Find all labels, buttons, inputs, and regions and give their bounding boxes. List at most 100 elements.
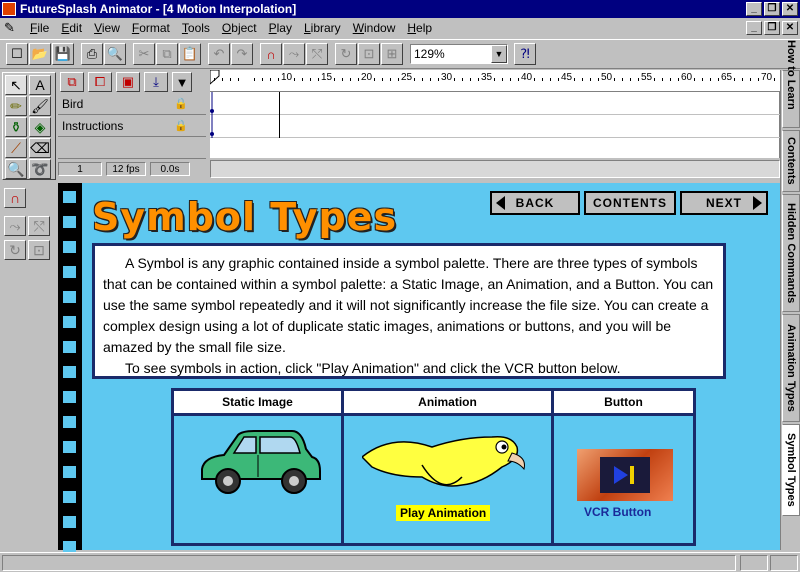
redo-icon[interactable]: ↷ — [231, 43, 253, 65]
motion-guide-icon[interactable]: ⤓ — [144, 72, 168, 92]
add-layer-icon[interactable]: ⧉ — [60, 72, 84, 92]
restore-button[interactable]: ❐ — [764, 2, 780, 16]
tab-symbol-types[interactable]: Symbol Types — [782, 424, 800, 516]
frame-grid[interactable] — [210, 92, 780, 158]
minimize-button[interactable]: _ — [746, 2, 762, 16]
straighten-icon[interactable]: ⤲ — [306, 43, 328, 65]
tab-hidden-commands[interactable]: Hidden Commands — [782, 194, 800, 312]
context-help-icon[interactable]: ⁈ — [514, 43, 536, 65]
ruler-tick — [614, 78, 615, 81]
align-icon[interactable]: ⊞ — [381, 43, 403, 65]
frame-ruler[interactable]: 510152025303540455055606570 — [210, 70, 780, 92]
lock-icon[interactable]: 🔒 — [174, 97, 188, 110]
layer-properties-icon[interactable]: ▣ — [116, 72, 140, 92]
chevron-down-icon[interactable]: ▼ — [491, 45, 507, 63]
print-icon[interactable]: ⎙ — [81, 43, 103, 65]
play-animation-button[interactable]: Play Animation — [396, 505, 491, 521]
filmstrip-border — [58, 183, 82, 553]
copy-icon[interactable]: ⧉ — [156, 43, 178, 65]
doc-restore-button[interactable]: ❐ — [764, 21, 780, 35]
scale-modifier-icon[interactable]: ⊡ — [28, 240, 50, 260]
close-button[interactable]: ✕ — [782, 2, 798, 16]
menu-format[interactable]: Format — [126, 18, 176, 38]
lasso-tool-icon[interactable]: ➰ — [29, 159, 51, 179]
zoom-select[interactable]: 129% ▼ — [410, 44, 508, 64]
smooth-icon[interactable]: ⤳ — [283, 43, 305, 65]
ruler-tick — [270, 78, 271, 81]
ruler-tick — [358, 78, 359, 81]
timeline-scrollbar[interactable] — [210, 160, 780, 178]
magnet-snap-icon[interactable]: ∩ — [260, 43, 282, 65]
scale-icon[interactable]: ⊡ — [358, 43, 380, 65]
tab-contents[interactable]: Contents — [782, 130, 800, 192]
delete-layer-icon[interactable]: ⧠ — [88, 72, 112, 92]
straighten-modifier-icon[interactable]: ⤲ — [28, 216, 50, 236]
ruler-tick — [774, 78, 775, 81]
eraser-icon[interactable]: ⌫ — [29, 138, 51, 158]
ruler-tick — [542, 78, 543, 81]
doc-close-button[interactable]: ✕ — [782, 21, 798, 35]
frame-row[interactable] — [210, 138, 780, 161]
tab-how-to-learn[interactable]: How to Learn — [782, 40, 800, 128]
vcr-button[interactable] — [577, 449, 673, 501]
film-hole — [63, 516, 76, 528]
arrow-tool-icon[interactable]: ↖ — [5, 75, 27, 95]
contents-button[interactable]: CONTENTS — [584, 191, 676, 215]
open-folder-icon[interactable]: 📂 — [29, 43, 51, 65]
menu-file[interactable]: File — [24, 18, 55, 38]
menu-play[interactable]: Play — [263, 18, 298, 38]
undo-icon[interactable]: ↶ — [208, 43, 230, 65]
description-instruction: To see symbols in action, click "Play An… — [125, 360, 621, 376]
zoom-value: 129% — [414, 47, 445, 61]
description-paragraph: A Symbol is any graphic contained inside… — [103, 255, 714, 355]
timeline-status: 1 12 fps 0.0s — [58, 160, 206, 178]
playhead-icon[interactable] — [210, 70, 220, 92]
print-preview-icon[interactable]: 🔍 — [104, 43, 126, 65]
menu-library[interactable]: Library — [298, 18, 347, 38]
layer-row[interactable]: Bird 🔒 — [58, 94, 206, 115]
cut-icon[interactable]: ✂ — [133, 43, 155, 65]
frame-row[interactable] — [210, 92, 780, 115]
menu-help[interactable]: Help — [401, 18, 438, 38]
menu-edit[interactable]: Edit — [55, 18, 88, 38]
brush-tool-icon[interactable]: 🖌 — [29, 96, 51, 116]
doc-minimize-button[interactable]: _ — [746, 21, 762, 35]
menu-object[interactable]: Object — [216, 18, 263, 38]
menu-tools[interactable]: Tools — [176, 18, 216, 38]
ruler-tick — [262, 78, 263, 81]
new-file-icon[interactable]: ☐ — [6, 43, 28, 65]
bird-animation-image[interactable] — [362, 427, 532, 497]
paste-icon[interactable]: 📋 — [179, 43, 201, 65]
document-icon[interactable]: ✎ — [4, 20, 20, 36]
tab-animation-types[interactable]: Animation Types — [782, 314, 800, 422]
eyedropper-icon[interactable]: ⟋ — [5, 138, 27, 158]
layer-name: Instructions — [62, 119, 124, 133]
magnet-modifier-icon[interactable]: ∩ — [4, 188, 26, 208]
rotate-icon[interactable]: ↻ — [335, 43, 357, 65]
menu-view[interactable]: View — [88, 18, 126, 38]
zoom-tool-icon[interactable]: 🔍 — [5, 159, 27, 179]
layer-row[interactable]: Instructions 🔒 — [58, 116, 206, 137]
frame-row[interactable] — [210, 115, 780, 138]
layer-row-empty[interactable] — [58, 138, 206, 159]
film-hole — [63, 316, 76, 328]
pencil-tool-icon[interactable]: ✏ — [5, 96, 27, 116]
ruler-tick — [238, 78, 239, 81]
stage-canvas[interactable]: Symbol Types BACK CONTENTS NEXT A Symbol… — [58, 183, 780, 553]
back-button[interactable]: BACK — [490, 191, 580, 215]
paint-bucket-icon[interactable]: ◈ — [29, 117, 51, 137]
next-button[interactable]: NEXT — [680, 191, 768, 215]
lock-icon[interactable]: 🔒 — [174, 119, 188, 132]
menu-window[interactable]: Window — [347, 18, 402, 38]
layer-name: Bird — [62, 97, 84, 111]
save-icon[interactable]: 💾 — [52, 43, 74, 65]
ruler-tick — [638, 78, 639, 81]
rotate-modifier-icon[interactable]: ↻ — [4, 240, 26, 260]
smooth-modifier-icon[interactable]: ⤳ — [4, 216, 26, 236]
ruler-tick — [670, 78, 671, 81]
ruler-tick — [494, 78, 495, 81]
text-tool-icon[interactable]: A — [29, 75, 51, 95]
ruler-tick — [622, 78, 623, 81]
ink-bottle-icon[interactable]: ⚱ — [5, 117, 27, 137]
layer-menu-chevron-icon[interactable]: ▼ — [172, 72, 192, 92]
